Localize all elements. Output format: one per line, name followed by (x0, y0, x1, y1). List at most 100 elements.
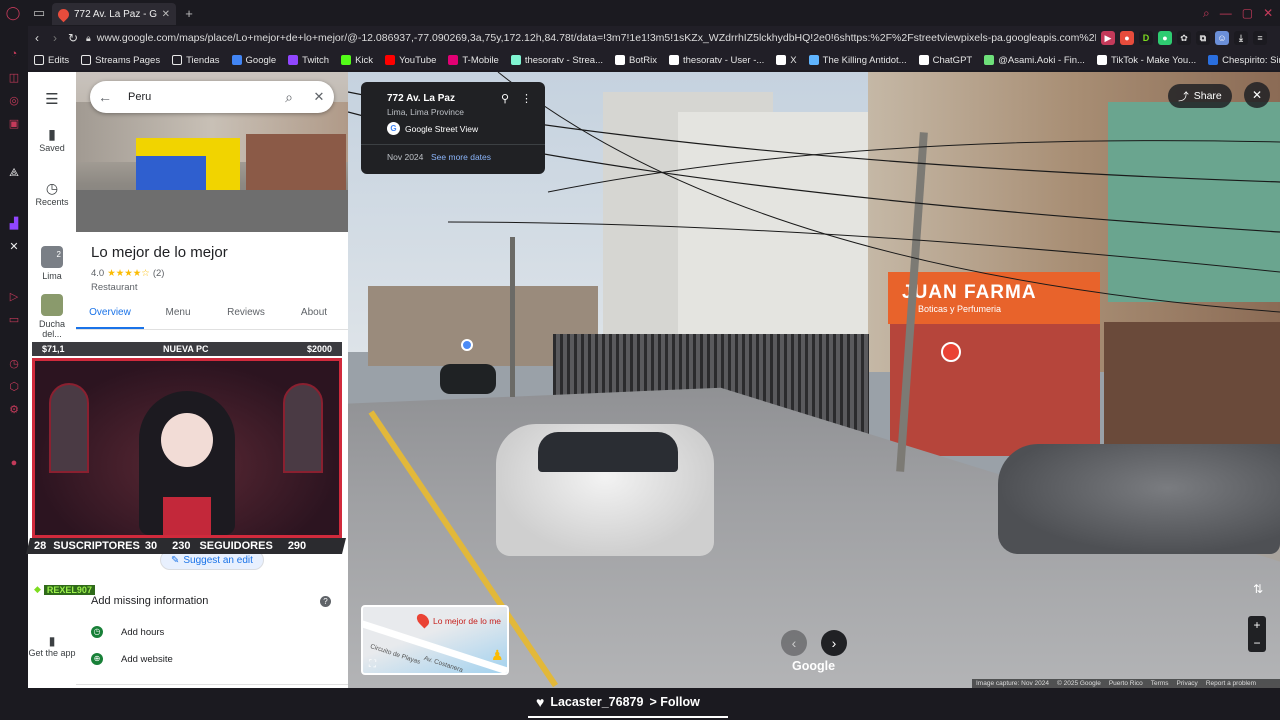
clear-icon[interactable]: ✕ (304, 89, 334, 105)
extension-icon[interactable]: ● (1158, 31, 1172, 45)
zoom-in-button[interactable]: + (1248, 616, 1266, 634)
place-marker-icon[interactable] (461, 339, 473, 351)
bookmark-9[interactable]: BotRix (615, 55, 657, 66)
search-icon[interactable]: ⌕ (274, 89, 304, 106)
recent-place-ducha[interactable]: Ducha del... (28, 294, 76, 339)
bookmark-16[interactable]: Chespirito: Sin qu... (1208, 55, 1280, 66)
maximize-icon[interactable]: ▢ (1242, 6, 1253, 20)
x-icon[interactable]: ✕ (8, 240, 20, 253)
next-arrow-button[interactable]: › (821, 630, 847, 656)
more-options-icon[interactable]: ⋮ (521, 92, 532, 105)
settings-icon[interactable]: ⚙ (8, 403, 20, 416)
bookmark-6[interactable]: YouTube (385, 55, 436, 66)
close-street-view-button[interactable]: ✕ (1244, 82, 1270, 108)
leaf-icon (984, 55, 995, 65)
lock-icon: 🔒︎ (86, 32, 91, 43)
chat-icon[interactable]: ▭ (8, 313, 20, 326)
follow-alert: ♥ Lacaster_76879 > Follow (528, 688, 728, 718)
saved-button[interactable]: ▮ Saved (28, 126, 76, 153)
pin-icon[interactable]: ⚲ (501, 92, 509, 105)
kick-icon[interactable]: ⟁ (8, 167, 20, 179)
mini-map[interactable]: Lo mejor de lo me Circuito de Playas Av.… (361, 605, 509, 675)
bookmark-1[interactable]: Streams Pages (81, 55, 160, 66)
new-tab-button[interactable]: + (180, 4, 198, 22)
compass-icon[interactable]: ⇅ (1246, 582, 1270, 602)
extension-icon[interactable]: ✿ (1177, 31, 1191, 45)
tab-menu-icon[interactable]: ▭ (26, 0, 52, 26)
tab-about[interactable]: About (280, 300, 348, 329)
add-website-row[interactable]: ⊕ Add website (91, 653, 173, 665)
tab-overview[interactable]: Overview (76, 300, 144, 329)
back-icon[interactable]: ‹ (28, 31, 46, 45)
back-arrow-icon[interactable]: ← (90, 89, 120, 105)
forward-icon[interactable]: › (46, 31, 64, 45)
opera-logo-icon[interactable]: ◯ (0, 0, 26, 26)
bookmark-12[interactable]: The Killing Antidot... (808, 55, 907, 66)
review-count[interactable]: (2) (153, 268, 165, 279)
bag-icon[interactable]: ◫ (8, 71, 20, 84)
expand-map-icon[interactable]: ⛶ (369, 659, 376, 670)
reload-icon[interactable]: ↻ (64, 31, 82, 45)
speed-dial-icon[interactable]: ◔ (8, 48, 20, 60)
cube-icon[interactable]: ⬡ (8, 380, 20, 393)
bookmark-8[interactable]: thesoratv - Strea... (510, 55, 603, 66)
search-icon[interactable]: ⌕ (1203, 6, 1210, 21)
mini-map-label: Lo mejor de lo me (433, 616, 502, 626)
place-thumbnail (41, 294, 63, 316)
zoom-controls: + − (1248, 616, 1266, 652)
bookmark-2[interactable]: Tiendas (172, 55, 220, 66)
bookmark-10[interactable]: thesoratv - User -... (668, 55, 764, 66)
tab-menu[interactable]: Menu (144, 300, 212, 329)
bookmark-3[interactable]: Google (231, 55, 276, 66)
previous-arrow-button[interactable]: ‹ (781, 630, 807, 656)
add-hours-row[interactable]: ◷ Add hours (91, 626, 164, 638)
player-icon[interactable]: ▷ (8, 290, 20, 303)
history-icon: ◷ (45, 180, 59, 196)
extension-icon[interactable]: ▶ (1101, 31, 1115, 45)
recents-button[interactable]: ◷ Recents (28, 180, 76, 207)
streamlabs-icon (510, 55, 521, 65)
tab-google-maps[interactable]: 772 Av. La Paz - Google M ✕ (52, 3, 176, 25)
zoom-out-button[interactable]: − (1248, 634, 1266, 652)
extension-icon[interactable]: ● (1120, 31, 1134, 45)
bookmark-15[interactable]: TikTok - Make You... (1096, 55, 1196, 66)
avatar[interactable]: ☺ (1215, 31, 1229, 45)
bookmark-4[interactable]: Twitch (288, 55, 329, 66)
extension-icon[interactable]: D (1139, 31, 1153, 45)
get-app-button[interactable]: ▮ Get the app (28, 634, 76, 658)
share-button[interactable]: ⤴ Share (1168, 84, 1232, 108)
mail-icon[interactable]: ▣ (8, 117, 20, 130)
bookmark-11[interactable]: X (776, 55, 797, 66)
recent-place-lima[interactable]: 2 Lima (28, 246, 76, 281)
place-marker-icon[interactable] (941, 342, 961, 362)
folder-icon (172, 55, 183, 65)
google-icon (231, 55, 242, 65)
bookmark-13[interactable]: ChatGPT (918, 55, 972, 66)
search-input[interactable]: Peru (120, 91, 274, 103)
bookmark-0[interactable]: Edits (34, 55, 69, 66)
minimize-icon[interactable]: — (1220, 6, 1232, 20)
history-icon[interactable]: ◷ (8, 357, 20, 370)
place-category[interactable]: Restaurant (91, 282, 137, 293)
puzzle-icon[interactable]: ⧉ (1196, 31, 1210, 45)
menu-icon[interactable]: ≡ (1253, 31, 1267, 45)
place-tabs: Overview Menu Reviews About (76, 300, 348, 330)
see-more-dates-link[interactable]: See more dates (431, 152, 491, 162)
bookmark-5[interactable]: Kick (341, 55, 373, 66)
tab-reviews[interactable]: Reviews (212, 300, 280, 329)
bookmark-14[interactable]: @Asami.Aoki - Fin... (984, 55, 1085, 66)
download-icon[interactable]: ⤓ (1234, 31, 1248, 45)
close-window-icon[interactable]: ✕ (1263, 6, 1273, 20)
bookmark-7[interactable]: T-Mobile (448, 55, 499, 66)
twitch-icon[interactable]: ▟ (8, 217, 20, 230)
messenger-icon[interactable]: ◎ (8, 94, 20, 107)
help-icon[interactable]: ? (320, 596, 331, 607)
gothic-window (49, 383, 89, 473)
clock-icon: ◷ (91, 626, 103, 638)
close-tab-icon[interactable]: ✕ (162, 9, 170, 20)
hamburger-menu-icon[interactable]: ☰ (28, 90, 76, 108)
search-box[interactable]: ← Peru ⌕ ✕ (90, 81, 334, 113)
record-icon[interactable]: ● (8, 457, 20, 469)
pegman-icon[interactable]: ♟ (491, 647, 504, 664)
url-field[interactable]: 🔒︎ www.google.com/maps/place/Lo+mejor+de… (86, 28, 1096, 48)
